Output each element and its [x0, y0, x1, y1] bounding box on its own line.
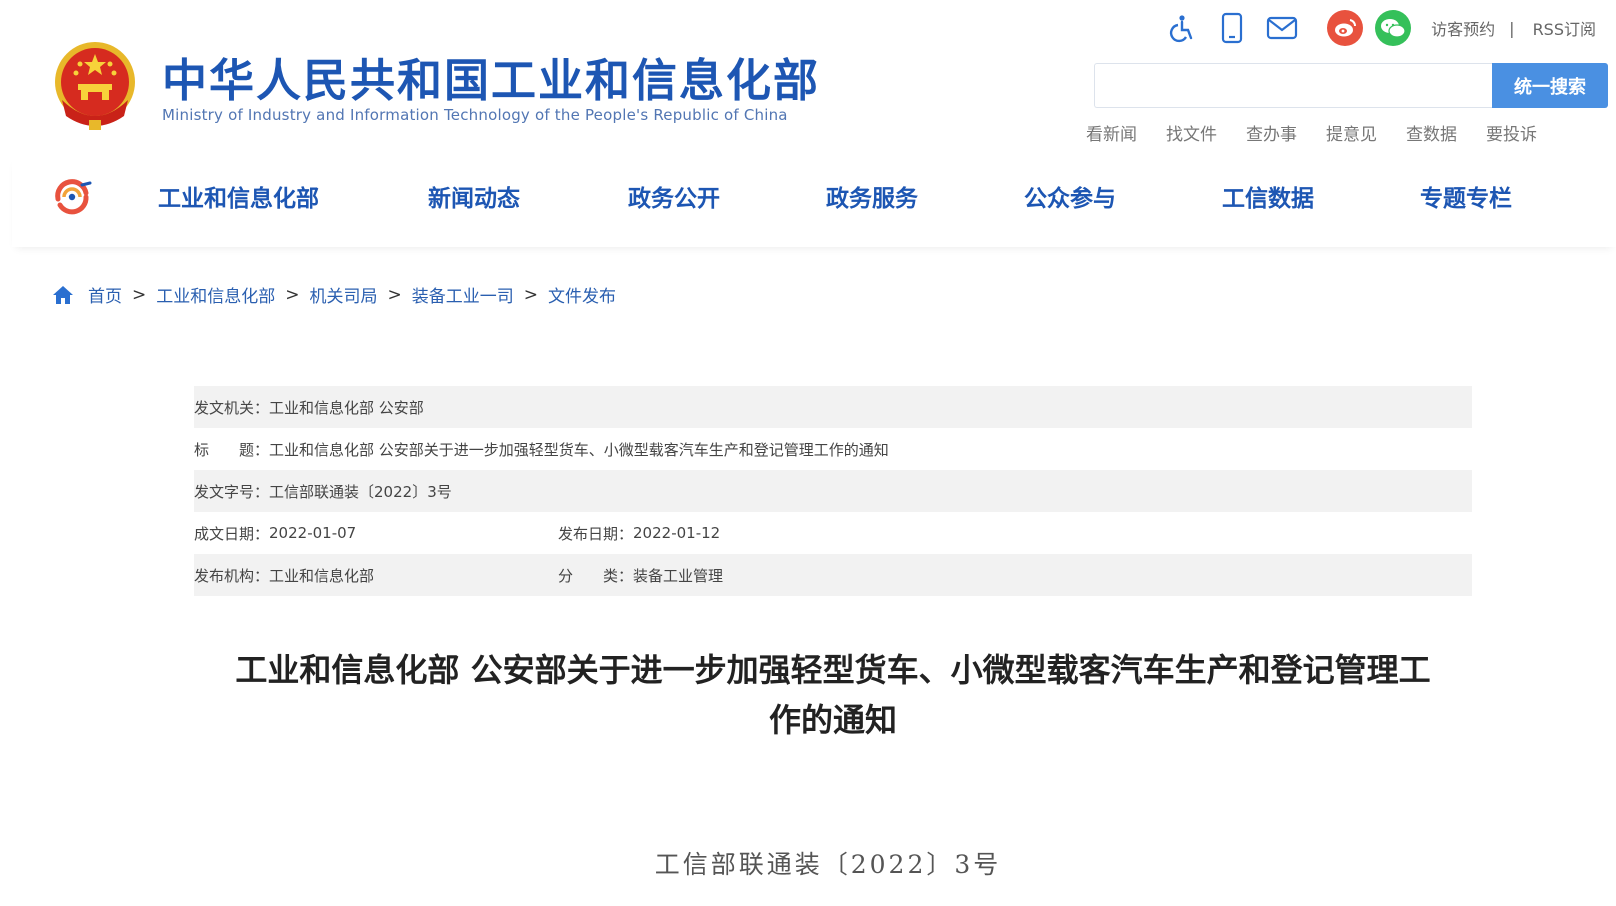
quick-link-files[interactable]: 找文件: [1166, 120, 1217, 145]
accessibility-icon[interactable]: [1165, 11, 1199, 45]
publisher-value: 工业和信息化部: [269, 566, 375, 585]
meta-row-issuer: 发文机关： 工业和信息化部 公安部: [194, 386, 1472, 428]
breadcrumb-separator: >: [132, 284, 147, 305]
publish-date-cell: 发布日期： 2022-01-12: [558, 523, 720, 544]
breadcrumb-separator: >: [285, 284, 300, 305]
nav-item-ministry[interactable]: 工业和信息化部: [158, 179, 319, 213]
site-subtitle: Ministry of Industry and Information Tec…: [162, 106, 788, 124]
meta-row-publisher: 发布机构： 工业和信息化部 分 类： 装备工业管理: [194, 554, 1472, 596]
document-number: 工信部联通装〔2022〕3号: [654, 850, 1002, 879]
breadcrumb-file-release[interactable]: 文件发布: [548, 282, 616, 307]
breadcrumb-separator: >: [523, 284, 538, 305]
doc-no-value: 工信部联通装〔2022〕3号: [269, 482, 452, 501]
article-title-line-2: 作的通知: [768, 701, 897, 739]
publish-date-label: 发布日期：: [558, 524, 634, 543]
quick-link-news[interactable]: 看新闻: [1086, 120, 1137, 145]
issuer-value: 工业和信息化部 公安部: [269, 398, 424, 417]
quick-link-complaint[interactable]: 要投诉: [1486, 120, 1537, 145]
written-date-value: 2022-01-07: [269, 524, 357, 542]
meta-row-doc-no: 发文字号： 工信部联通装〔2022〕3号: [194, 470, 1472, 512]
issuer-label: 发文机关：: [194, 398, 270, 417]
breadcrumb-separator: >: [387, 284, 402, 305]
site-header: 中华人民共和国工业和信息化部 Ministry of Industry and …: [0, 0, 1616, 150]
category-cell: 分 类： 装备工业管理: [558, 565, 723, 586]
category-value: 装备工业管理: [633, 566, 724, 585]
written-date-cell: 成文日期： 2022-01-07: [194, 523, 356, 544]
visitor-booking-link[interactable]: 访客预约: [1431, 16, 1495, 40]
written-date-label: 成文日期：: [194, 524, 270, 543]
breadcrumb-ministry[interactable]: 工业和信息化部: [156, 282, 275, 307]
breadcrumb-home[interactable]: 首页: [88, 282, 122, 307]
main-nav: 工业和信息化部 新闻动态 政务公开 政务服务 公众参与 工信数据 专题专栏: [12, 155, 1616, 247]
mobile-phone-icon[interactable]: [1215, 11, 1249, 45]
nav-item-gov-services[interactable]: 政务服务: [826, 179, 918, 213]
publish-date-value: 2022-01-12: [633, 524, 721, 542]
utility-bar: 访客预约 | RSS订阅: [1149, 8, 1596, 48]
breadcrumb-departments[interactable]: 机关司局: [310, 282, 378, 307]
search-input[interactable]: [1094, 63, 1492, 108]
utility-separator: |: [1509, 18, 1515, 38]
document-metadata-table: 发文机关： 工业和信息化部 公安部 标 题： 工业和信息化部 公安部关于进一步加…: [194, 386, 1472, 596]
weibo-icon[interactable]: [1327, 10, 1364, 46]
quick-links: 看新闻 找文件 查办事 提意见 查数据 要投诉: [1086, 120, 1566, 145]
breadcrumb-equipment-dept[interactable]: 装备工业一司: [412, 282, 514, 307]
nav-item-public-participation[interactable]: 公众参与: [1024, 179, 1116, 213]
nav-item-gov-affairs[interactable]: 政务公开: [628, 179, 720, 213]
home-icon[interactable]: [52, 285, 74, 305]
title-label: 标 题：: [194, 440, 270, 459]
publisher-cell: 发布机构： 工业和信息化部: [194, 565, 374, 586]
publisher-label: 发布机构：: [194, 566, 270, 585]
category-label: 分 类：: [558, 566, 634, 585]
site-title: 中华人民共和国工业和信息化部: [162, 54, 821, 107]
meta-row-dates: 成文日期： 2022-01-07 发布日期： 2022-01-12: [194, 512, 1472, 554]
quick-link-data[interactable]: 查数据: [1406, 120, 1457, 145]
article-title: 工业和信息化部 公安部关于进一步加强轻型货车、小微型载客汽车生产和登记管理工 作…: [190, 645, 1476, 745]
national-emblem-icon[interactable]: [52, 40, 138, 132]
mail-icon[interactable]: [1265, 11, 1299, 45]
title-value: 工业和信息化部 公安部关于进一步加强轻型货车、小微型载客汽车生产和登记管理工作的…: [269, 440, 889, 459]
quick-link-feedback[interactable]: 提意见: [1326, 120, 1377, 145]
article-title-line-1: 工业和信息化部 公安部关于进一步加强轻型货车、小微型载客汽车生产和登记管理工: [235, 651, 1431, 689]
wechat-icon[interactable]: [1375, 10, 1412, 46]
breadcrumb: 首页 > 工业和信息化部 > 机关司局 > 装备工业一司 > 文件发布: [52, 282, 616, 307]
nav-item-miit-data[interactable]: 工信数据: [1222, 179, 1314, 213]
meta-row-title: 标 题： 工业和信息化部 公安部关于进一步加强轻型货车、小微型载客汽车生产和登记…: [194, 428, 1472, 470]
rss-subscribe-link[interactable]: RSS订阅: [1533, 16, 1596, 40]
nav-item-news[interactable]: 新闻动态: [428, 179, 520, 213]
nav-item-special-topics[interactable]: 专题专栏: [1420, 179, 1512, 213]
quick-link-services[interactable]: 查办事: [1246, 120, 1297, 145]
ministry-logo-icon[interactable]: [50, 177, 94, 217]
unified-search-button[interactable]: 统一搜索: [1492, 63, 1608, 108]
doc-no-label: 发文字号：: [194, 482, 270, 501]
